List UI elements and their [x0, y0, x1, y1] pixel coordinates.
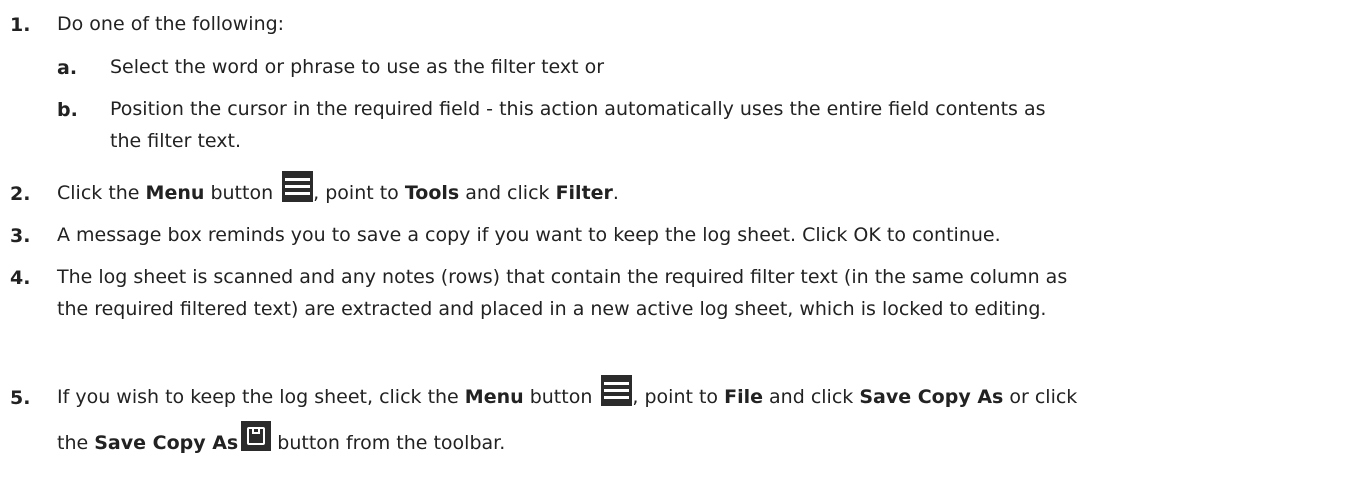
text-run: button [204, 182, 280, 204]
menu-label: Menu [145, 182, 205, 204]
text-run: , point to [632, 386, 725, 408]
save-floppy-icon[interactable] [241, 421, 272, 451]
substep-text: Select the word or phrase to use as the … [110, 56, 605, 78]
step-text: Do one of the following: [57, 13, 285, 35]
text-run: button [523, 386, 599, 408]
step-number: 2. [10, 183, 31, 205]
text-run: If you wish to keep the log sheet, click… [57, 386, 465, 408]
step-number: 5. [10, 387, 31, 409]
save-copy-as-label: Save Copy As [859, 386, 1004, 408]
text-run: Click the [57, 182, 146, 204]
tools-label: Tools [404, 182, 460, 204]
substep-text-line2: the filter text. [110, 130, 241, 152]
text-run: button from the toolbar. [271, 432, 506, 454]
text-run: , point to [313, 182, 405, 204]
text-run: and click [459, 182, 556, 204]
substep-letter: a. [57, 57, 78, 79]
text-run: the [57, 432, 95, 454]
step-text: Click the Menu button , point to Tools a… [57, 171, 1357, 209]
substep-letter: b. [57, 99, 78, 121]
file-label: File [724, 386, 763, 408]
step-text-line1: The log sheet is scanned and any notes (… [57, 266, 1068, 288]
step-number: 3. [10, 225, 31, 247]
menu-hamburger-icon[interactable] [282, 171, 314, 202]
step-text-line1: If you wish to keep the log sheet, click… [57, 375, 1357, 413]
step-text-line2: the Save Copy As button from the toolbar… [57, 421, 1357, 459]
step-text: A message box reminds you to save a copy… [57, 224, 1001, 246]
filter-label: Filter [555, 182, 613, 204]
step-text-line2: the required filtered text) are extracte… [57, 298, 1047, 320]
save-copy-as-label: Save Copy As [94, 432, 239, 454]
menu-label: Menu [464, 386, 524, 408]
substep-text-line1: Position the cursor in the required fiel… [110, 98, 1046, 120]
step-number: 1. [10, 14, 31, 36]
text-run: or click [1003, 386, 1078, 408]
step-number: 4. [10, 267, 31, 289]
text-run: and click [763, 386, 860, 408]
text-run: . [612, 182, 619, 204]
menu-hamburger-icon[interactable] [601, 375, 633, 406]
